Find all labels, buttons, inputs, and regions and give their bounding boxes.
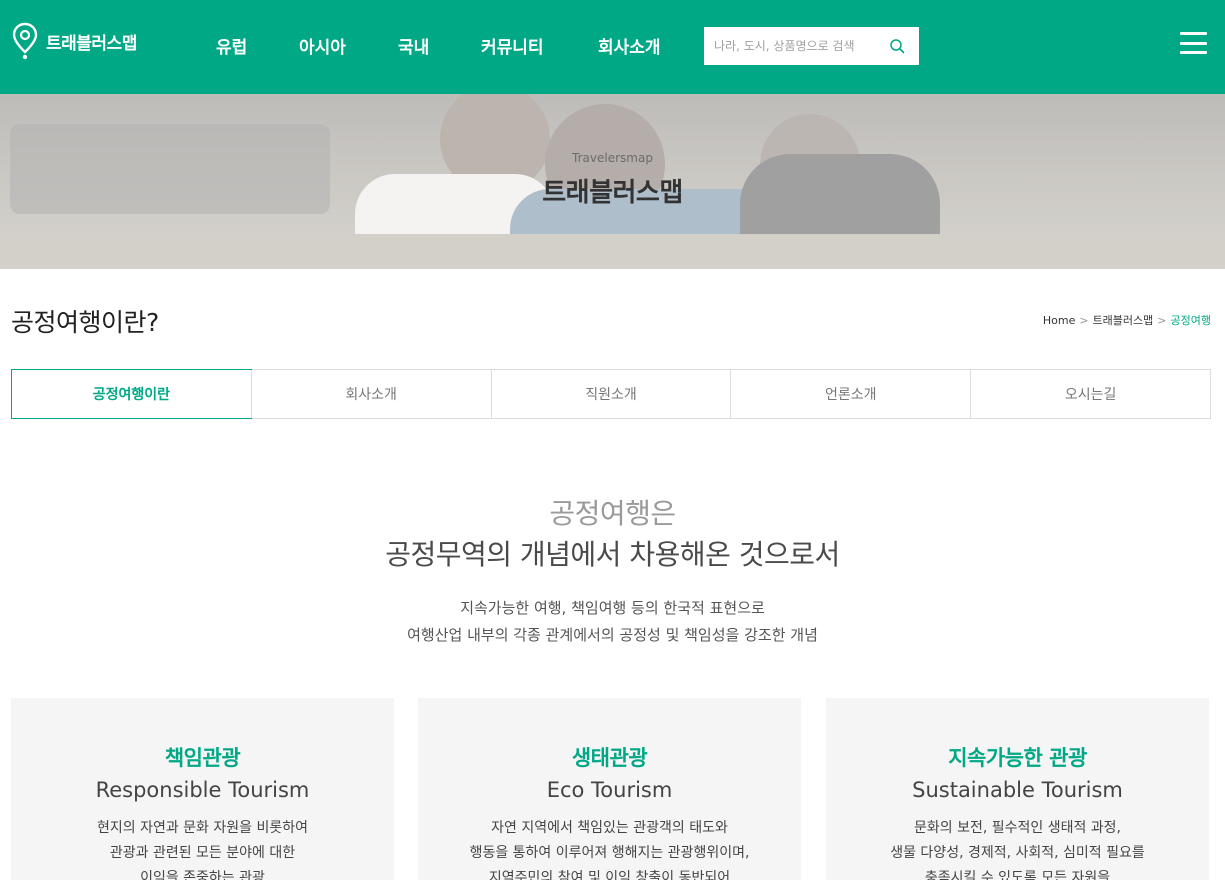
search-icon[interactable]	[889, 38, 905, 54]
card-line: 이익을 존중하는 관광	[140, 870, 265, 880]
card-body: 문화의 보전, 필수적인 생태적 과정, 생물 다양성, 경제적, 사회적, 심…	[826, 816, 1209, 880]
chevron-right-icon: >	[1157, 313, 1167, 327]
intro-heading: 공정무역의 개념에서 차용해온 것으로서	[385, 538, 840, 571]
tab-directions[interactable]: 오시는길	[970, 370, 1210, 418]
card-sustainable-tourism: 지속가능한 관광 Sustainable Tourism 문화의 보전, 필수적…	[826, 698, 1209, 880]
breadcrumb: Home > 트래블러스맵 > 공정여행	[1043, 312, 1211, 328]
card-line: 지역주민의 참여 및 이익 창출이 동반되어	[488, 870, 731, 880]
search-input[interactable]	[704, 27, 879, 65]
logo[interactable]: 트래블러스맵	[12, 22, 137, 60]
hamburger-menu-icon[interactable]	[1180, 32, 1207, 54]
card-body: 자연 지역에서 책임있는 관광객의 태도와 행동을 통하여 이루어져 행해지는 …	[418, 816, 801, 880]
nav-item-company[interactable]: 회사소개	[598, 33, 678, 58]
tab-fair-travel[interactable]: 공정여행이란	[11, 369, 252, 419]
chevron-right-icon: >	[1079, 313, 1089, 327]
card-line: 자연 지역에서 책임있는 관광객의 태도와	[491, 820, 728, 836]
site-header: 트래블러스맵 유럽 아시아 국내 커뮤니티 회사소개	[0, 0, 1225, 94]
card-title-ko: 생태관광	[571, 746, 648, 770]
nav-item-asia[interactable]: 아시아	[299, 33, 398, 58]
card-line: 현지의 자연과 문화 자원을 비롯하여	[97, 820, 308, 836]
card-eco-tourism: 생태관광 Eco Tourism 자연 지역에서 책임있는 관광객의 태도와 행…	[418, 698, 801, 880]
card-responsible-tourism: 책임관광 Responsible Tourism 현지의 자연과 문화 자원을 …	[11, 698, 394, 880]
card-line: 관광과 관련된 모든 분야에 대한	[109, 845, 296, 861]
hero-title: 트래블러스맵	[542, 178, 683, 208]
card-title-ko: 책임관광	[164, 746, 241, 770]
breadcrumb-current: 공정여행	[1170, 314, 1211, 327]
logo-text: 트래블러스맵	[46, 33, 137, 54]
tab-company[interactable]: 회사소개	[250, 370, 491, 418]
map-pin-icon	[12, 22, 38, 60]
nav-item-community[interactable]: 커뮤니티	[481, 33, 598, 58]
tab-staff[interactable]: 직원소개	[490, 370, 731, 418]
intro-desc-line1: 지속가능한 여행, 책임여행 등의 한국적 표현으로	[460, 599, 765, 617]
sub-tabs: 공정여행이란 회사소개 직원소개 언론소개 오시는길	[11, 369, 1211, 419]
main-nav: 유럽 아시아 국내 커뮤니티 회사소개	[216, 33, 678, 58]
card-line: 생물 다양성, 경제적, 사회적, 심미적 필요를	[890, 845, 1145, 861]
card-title-en: Responsible Tourism	[95, 778, 310, 802]
page-title: 공정여행이란?	[11, 308, 159, 337]
intro-heading-light: 공정여행은	[549, 497, 676, 530]
hero-subtitle: Travelersmap	[572, 151, 653, 165]
hero-banner: Travelersmap 트래블러스맵	[0, 94, 1225, 269]
card-title-en: Sustainable Tourism	[912, 778, 1123, 802]
nav-item-domestic[interactable]: 국내	[398, 33, 481, 58]
breadcrumb-travelersmap[interactable]: 트래블러스맵	[1093, 312, 1154, 328]
intro-desc-line2: 여행산업 내부의 각종 관계에서의 공정성 및 책임성을 강조한 개념	[407, 626, 818, 644]
card-line: 문화의 보전, 필수적인 생태적 과정,	[913, 820, 1122, 836]
card-body: 현지의 자연과 문화 자원을 비롯하여 관광과 관련된 모든 분야에 대한 이익…	[11, 816, 394, 880]
breadcrumb-home[interactable]: Home	[1043, 314, 1075, 327]
nav-item-europe[interactable]: 유럽	[216, 33, 299, 58]
search-box	[704, 27, 919, 65]
card-line: 충족시킬 수 있도록 모든 자원을	[924, 870, 1111, 880]
tab-press[interactable]: 언론소개	[730, 370, 970, 418]
card-title-en: Eco Tourism	[546, 778, 673, 802]
card-title-ko: 지속가능한 관광	[948, 746, 1087, 770]
card-line: 행동을 통하여 이루어져 행해지는 관광행위이며,	[469, 845, 750, 861]
